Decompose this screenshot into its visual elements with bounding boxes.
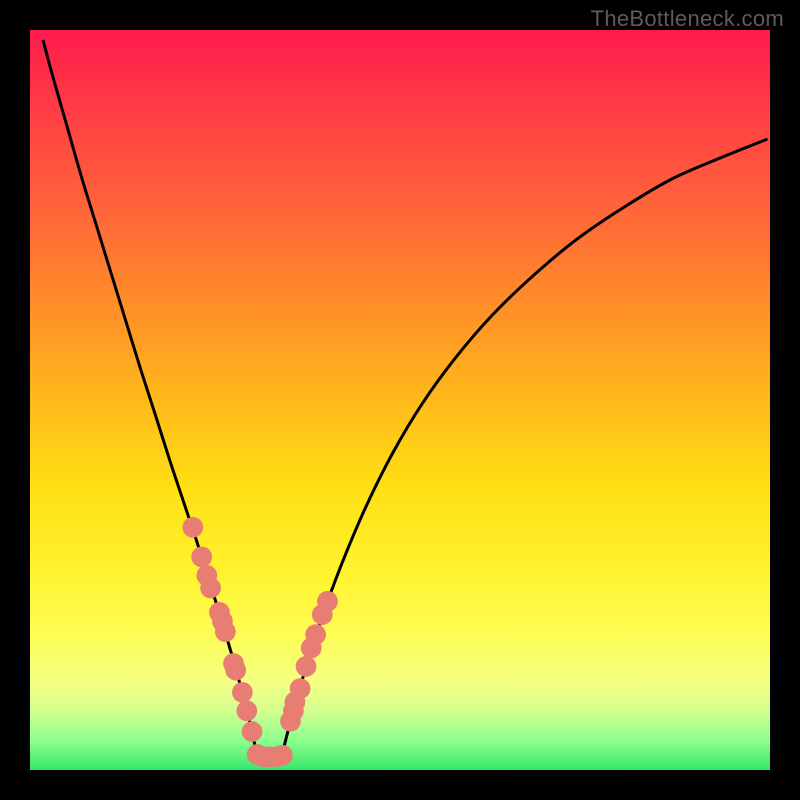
highlight-dot: [296, 656, 317, 677]
highlight-dot: [191, 547, 212, 568]
highlight-dot: [317, 591, 338, 612]
highlight-dot: [200, 578, 221, 599]
highlight-dot: [225, 660, 246, 681]
plot-area: [30, 30, 770, 770]
highlight-dot: [236, 700, 257, 721]
curve-right: [282, 140, 767, 757]
highlight-dot: [272, 745, 293, 766]
chart-stage: TheBottleneck.com: [0, 0, 800, 800]
curve-left: [43, 41, 257, 757]
watermark-text: TheBottleneck.com: [591, 6, 784, 32]
highlight-dot: [305, 624, 326, 645]
highlight-dot: [182, 517, 203, 538]
highlight-dot: [215, 621, 236, 642]
highlight-dot: [232, 682, 253, 703]
highlight-dot: [242, 721, 263, 742]
highlight-dot: [290, 678, 311, 699]
chart-overlay: [30, 30, 770, 770]
highlight-dots-group: [182, 517, 337, 767]
